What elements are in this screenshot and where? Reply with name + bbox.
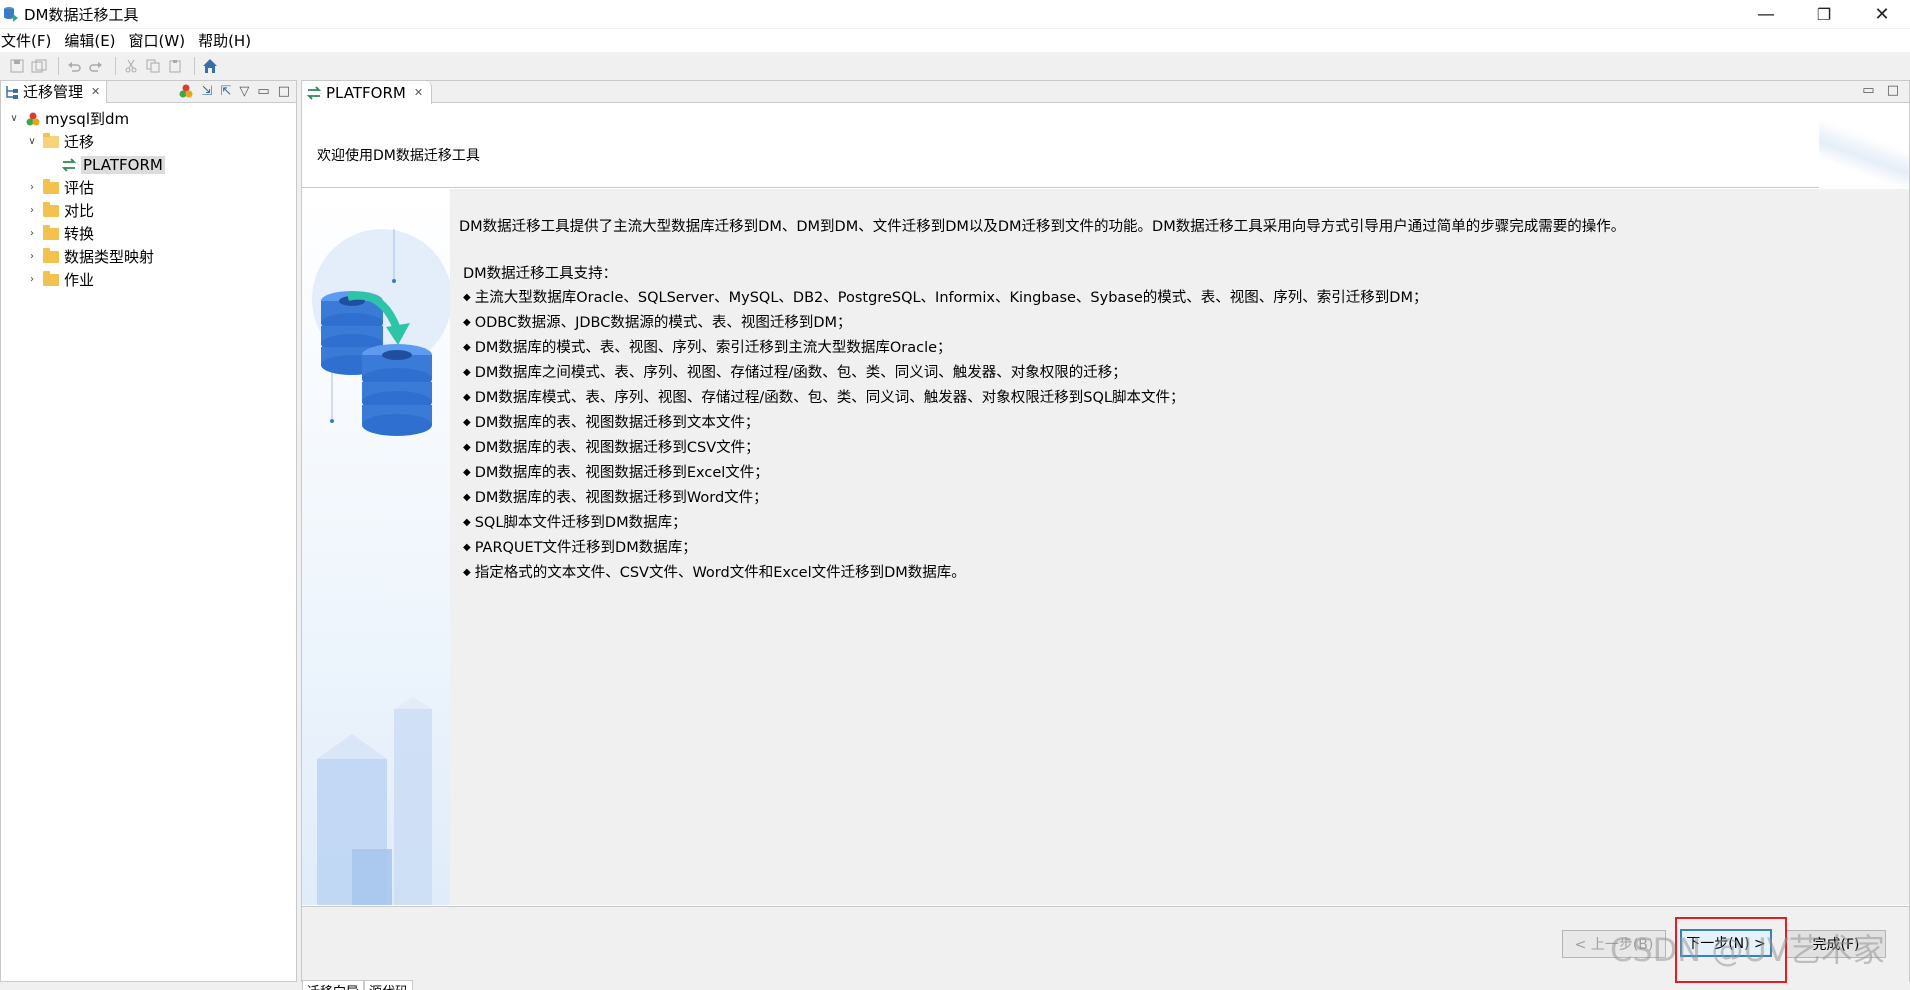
editor-tab-bar: PLATFORM ✕ ▭ □ (302, 81, 1909, 104)
folder-icon (43, 224, 59, 240)
support-item: DM数据库之间模式、表、序列、视图、存储过程/函数、包、类、同义词、触发器、对象… (463, 362, 1909, 387)
folder-icon (43, 270, 59, 286)
tree-node-jobs[interactable]: › 作业 (1, 268, 296, 291)
tab-label: 迁移管理 (23, 83, 84, 101)
tree-node-convert[interactable]: › 转换 (1, 222, 296, 245)
support-item: 指定格式的文本文件、CSV文件、Word文件和Excel文件迁移到DM数据库。 (463, 562, 1909, 587)
support-item: DM数据库的表、视图数据迁移到文本文件； (463, 412, 1909, 437)
migration-management-panel: 迁移管理 ✕ ⇲ ⇱ ▽ ▭ □ ∨ mysql到dm ∨ 迁移 PLATFOR… (0, 80, 297, 982)
chevron-down-icon[interactable]: ∨ (7, 113, 21, 124)
tree-node-platform[interactable]: PLATFORM (1, 153, 296, 176)
view-menu-icon[interactable]: ▽ (239, 84, 249, 99)
tab-platform[interactable]: PLATFORM ✕ (302, 81, 433, 104)
support-item: DM数据库的表、视图数据迁移到Word文件； (463, 487, 1909, 512)
title-bar: DM数据迁移工具 — ❐ ✕ (0, 0, 1910, 28)
migration-arrows-icon (306, 85, 322, 100)
support-item: SQL脚本文件迁移到DM数据库； (463, 512, 1909, 537)
minimize-view-icon[interactable]: ▭ (257, 84, 269, 99)
tree-node-label: mysql到dm (45, 110, 130, 128)
wizard-header: 欢迎使用DM数据迁移工具 (302, 104, 1909, 188)
save-icon[interactable] (8, 57, 26, 75)
minimize-view-icon[interactable]: ▭ (1862, 83, 1874, 98)
intro-text: DM数据迁移工具提供了主流大型数据库迁移到DM、DM到DM、文件迁移到DM以及D… (459, 219, 1626, 235)
tree-node-label: 作业 (64, 271, 95, 289)
tree-node-label: 迁移 (64, 133, 95, 151)
support-item: DM数据库的模式、表、视图、序列、索引迁移到主流大型数据库Oracle； (463, 337, 1909, 362)
tab-migration-management[interactable]: 迁移管理 ✕ (1, 80, 108, 103)
menu-window[interactable]: 窗口(W) (128, 30, 192, 51)
toolbar-separator (194, 57, 195, 75)
save-all-icon[interactable] (30, 57, 48, 75)
tree-node-label: 数据类型映射 (64, 248, 155, 266)
tree-node-label: 对比 (64, 202, 95, 220)
window-title: DM数据迁移工具 (24, 5, 139, 24)
tree-node-label: 评估 (64, 179, 95, 197)
menu-help[interactable]: 帮助(H) (197, 30, 257, 51)
menu-edit[interactable]: 编辑(E) (63, 30, 121, 51)
copy-icon[interactable] (144, 57, 162, 75)
folder-icon (43, 178, 59, 194)
chevron-right-icon[interactable]: › (25, 274, 39, 285)
left-tab-bar: 迁移管理 ✕ ⇲ ⇱ ▽ ▭ □ (1, 80, 296, 103)
toolbar-separator (115, 57, 116, 75)
watermark: CSDN @UV艺术家 (1610, 931, 1885, 969)
support-item: PARQUET文件迁移到DM数据库； (463, 537, 1909, 562)
home-icon[interactable] (201, 57, 219, 75)
header-decoration (1819, 104, 1909, 188)
database-migration-illustration (312, 229, 450, 905)
cut-icon[interactable] (122, 57, 140, 75)
tree-node-evaluate[interactable]: › 评估 (1, 176, 296, 199)
wizard-title: 欢迎使用DM数据迁移工具 (317, 148, 480, 164)
wizard-illustration (302, 189, 450, 905)
tree-node-label: 转换 (64, 225, 95, 243)
tree-node-label: PLATFORM (81, 155, 165, 174)
redo-icon[interactable] (87, 57, 105, 75)
minimize-button[interactable]: — (1738, 0, 1794, 28)
menu-file[interactable]: 文件(F) (0, 30, 57, 51)
folder-open-icon (43, 132, 59, 148)
paste-icon[interactable] (166, 57, 184, 75)
wizard-content: DM数据迁移工具提供了主流大型数据库迁移到DM、DM到DM、文件迁移到DM以及D… (450, 189, 1909, 905)
platform-editor: PLATFORM ✕ ▭ □ 欢迎使用DM数据迁移工具 DM数据迁移工具提供了主… (301, 80, 1910, 990)
close-button[interactable]: ✕ (1854, 0, 1910, 28)
migration-arrows-icon (61, 157, 77, 172)
connection-icon[interactable] (178, 83, 194, 99)
chevron-right-icon[interactable]: › (25, 205, 39, 216)
support-heading: DM数据迁移工具支持： (463, 266, 618, 282)
tree-node-type-mapping[interactable]: › 数据类型映射 (1, 245, 296, 268)
menu-bar: 文件(F) 编辑(E) 窗口(W) 帮助(H) (0, 29, 1910, 52)
maximize-view-icon[interactable]: □ (278, 84, 290, 99)
tree-node-migration[interactable]: ∨ 迁移 (1, 130, 296, 153)
tree-icon (6, 85, 18, 99)
close-tab-icon[interactable]: ✕ (414, 86, 423, 99)
tree-node-project[interactable]: ∨ mysql到dm (1, 107, 296, 130)
migration-tree: ∨ mysql到dm ∨ 迁移 PLATFORM › 评估 › 对比 › 转换 (1, 103, 296, 291)
close-tab-icon[interactable]: ✕ (91, 85, 100, 98)
chevron-down-icon[interactable]: ∨ (25, 136, 39, 147)
maximize-view-icon[interactable]: □ (1887, 83, 1899, 98)
chevron-right-icon[interactable]: › (25, 251, 39, 262)
import-icon[interactable]: ⇲ (202, 84, 213, 99)
app-icon (4, 7, 18, 22)
project-icon (26, 112, 40, 125)
undo-icon[interactable] (65, 57, 83, 75)
folder-icon (43, 247, 59, 263)
chevron-right-icon[interactable]: › (25, 182, 39, 193)
export-icon[interactable]: ⇱ (221, 84, 232, 99)
toolbar-separator (58, 57, 59, 75)
panel-actions: ⇲ ⇱ ▽ ▭ □ (178, 83, 290, 99)
support-item: DM数据库模式、表、序列、视图、存储过程/函数、包、类、同义词、触发器、对象权限… (463, 387, 1909, 412)
chevron-right-icon[interactable]: › (25, 228, 39, 239)
editor-view-controls: ▭ □ (1862, 83, 1899, 98)
tree-node-compare[interactable]: › 对比 (1, 199, 296, 222)
folder-icon (43, 201, 59, 217)
support-item: DM数据库的表、视图数据迁移到Excel文件； (463, 462, 1909, 487)
maximize-button[interactable]: ❐ (1796, 0, 1852, 28)
toolbar (0, 53, 1910, 79)
support-item: DM数据库的表、视图数据迁移到CSV文件； (463, 437, 1909, 462)
tab-label: PLATFORM (326, 83, 406, 102)
support-item: 主流大型数据库Oracle、SQLServer、MySQL、DB2、Postgr… (463, 287, 1909, 312)
support-item: ODBC数据源、JDBC数据源的模式、表、视图迁移到DM； (463, 312, 1909, 337)
